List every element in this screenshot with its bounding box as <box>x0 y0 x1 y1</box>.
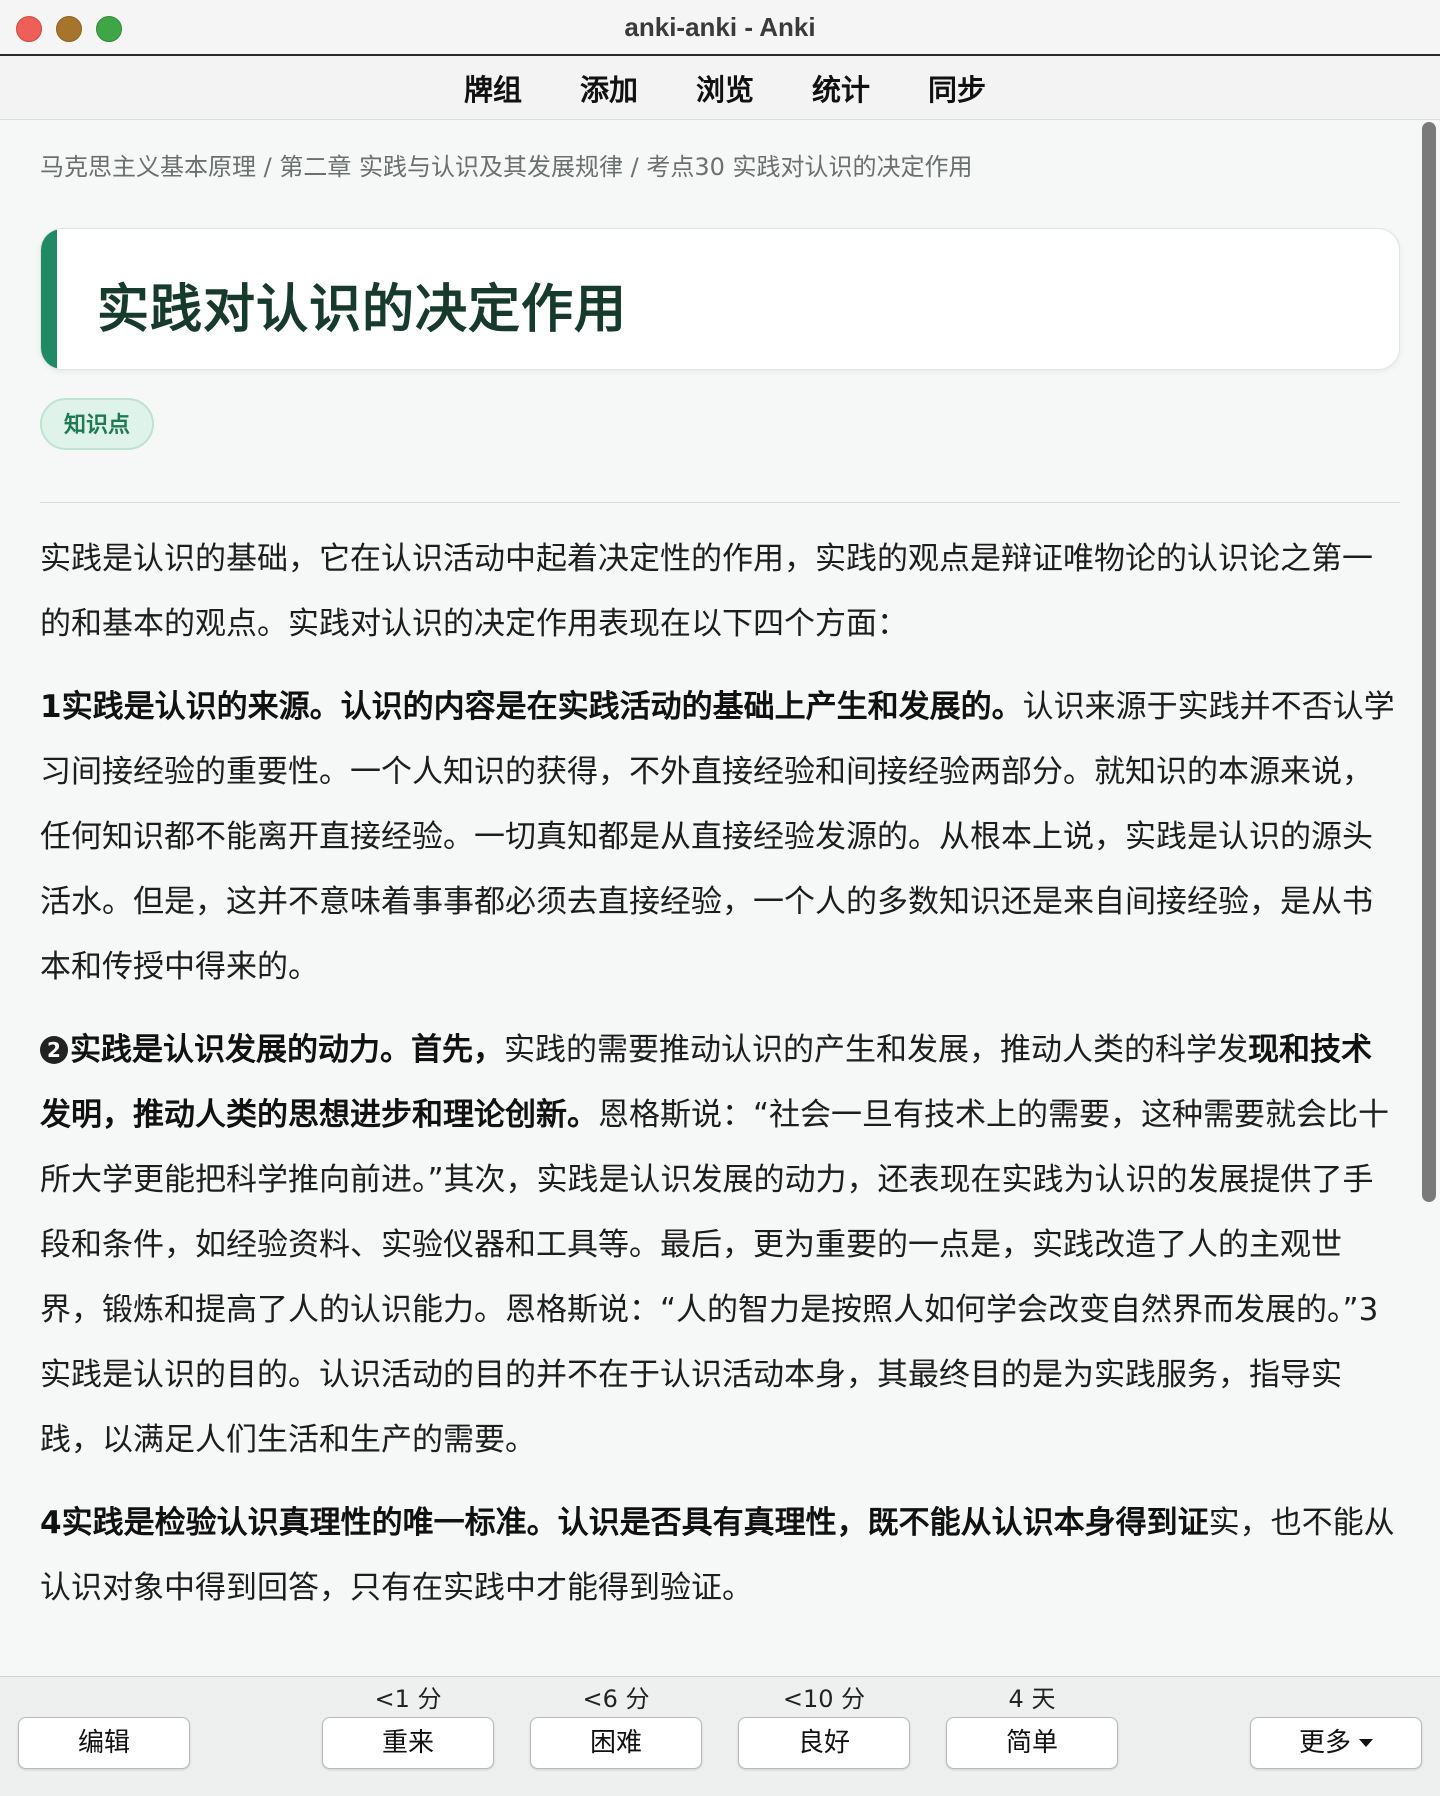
tag-badge: 知识点 <box>40 398 155 450</box>
more-button[interactable]: 更多 <box>1250 1717 1422 1769</box>
title-card: 实践对认识的决定作用 <box>40 228 1400 370</box>
title-bar: anki-anki - Anki <box>0 0 1440 56</box>
edit-button[interactable]: 编辑 <box>18 1717 190 1769</box>
p1-text: 认识来源于实践并不否认学习间接经验的重要性。一个人知识的获得，不外直接经验和间接… <box>40 689 1395 985</box>
more-label: 更多 <box>1298 1728 1351 1758</box>
intro-text: 实践是认识的基础，它在认识活动中起着决定性的作用，实践的观点是辩证唯物论的认识论… <box>40 541 1373 642</box>
p2-text: 恩格斯说：“社会一旦有技术上的需要，这种需要就会比十所大学更能把科学推向前进。”… <box>40 1097 1390 1458</box>
divider <box>40 502 1400 503</box>
top-nav: 牌组 添加 浏览 统计 同步 <box>0 56 1440 120</box>
card-content: 马克思主义基本原理 / 第二章 实践与认识及其发展规律 / 考点30 实践对认识… <box>40 150 1400 1639</box>
breadcrumb: 马克思主义基本原理 / 第二章 实践与认识及其发展规律 / 考点30 实践对认识… <box>40 153 973 181</box>
paragraph-1: 1实践是认识的来源。认识的内容是在实践活动的基础上产生和发展的。认识来源于实践并… <box>40 675 1400 1000</box>
chevron-down-icon <box>1359 1739 1373 1747</box>
p1-heading: 1实践是认识的来源。认识的内容是在实践活动的基础上产生和发展的。 <box>40 689 1023 725</box>
title-accent-bar <box>41 229 57 369</box>
p4-heading: 4实践是检验认识真理性的唯一标准。认识是否具有真理性，既不能从认识本身得到证 <box>40 1505 1209 1541</box>
again-button[interactable]: 重来 <box>322 1717 494 1769</box>
hard-button[interactable]: 困难 <box>530 1717 702 1769</box>
nav-add[interactable]: 添加 <box>579 67 639 109</box>
nav-browse[interactable]: 浏览 <box>695 67 755 109</box>
p2-heading: 实践是认识发展的动力。首先， <box>70 1032 504 1068</box>
paragraph-2: 2 实践是认识发展的动力。首先，实践的需要推动认识的产生和发展，推动人类的科学发现… <box>40 1018 1400 1473</box>
anki-window: anki-anki - Anki 牌组 添加 浏览 统计 同步 马克思主义基本原… <box>0 0 1440 1796</box>
nav-stats[interactable]: 统计 <box>811 67 871 109</box>
easy-button[interactable]: 简单 <box>946 1717 1118 1769</box>
paragraph-intro: 实践是认识的基础，它在认识活动中起着决定性的作用，实践的观点是辩证唯物论的认识论… <box>40 527 1400 657</box>
card-body: 实践是认识的基础，它在认识活动中起着决定性的作用，实践的观点是辩证唯物论的认识论… <box>40 527 1400 1621</box>
window-title: anki-anki - Anki <box>624 12 816 42</box>
nav-sync[interactable]: 同步 <box>927 67 987 109</box>
review-bottom-bar: 编辑 <1 分 重来 <6 分 困难 <10 分 良好 4 天 简单 更多 <box>0 1676 1440 1796</box>
again-due-label: <1 分 <box>374 1685 442 1713</box>
circled-number-two: 2 <box>40 1036 68 1064</box>
vertical-scrollbar[interactable] <box>1422 122 1436 1202</box>
good-button[interactable]: 良好 <box>738 1717 910 1769</box>
card-title: 实践对认识的决定作用 <box>97 280 628 340</box>
nav-decks[interactable]: 牌组 <box>463 67 523 109</box>
p2-mid-text: 实践的需要推动认识的产生和发展，推动人类的科学发 <box>504 1032 1248 1068</box>
tag-row: 知识点 <box>40 398 1400 454</box>
good-due-label: <10 分 <box>782 1685 866 1713</box>
hard-due-label: <6 分 <box>582 1685 650 1713</box>
easy-due-label: 4 天 <box>1008 1685 1056 1713</box>
paragraph-4: 4实践是检验认识真理性的唯一标准。认识是否具有真理性，既不能从认识本身得到证实，… <box>40 1491 1400 1621</box>
